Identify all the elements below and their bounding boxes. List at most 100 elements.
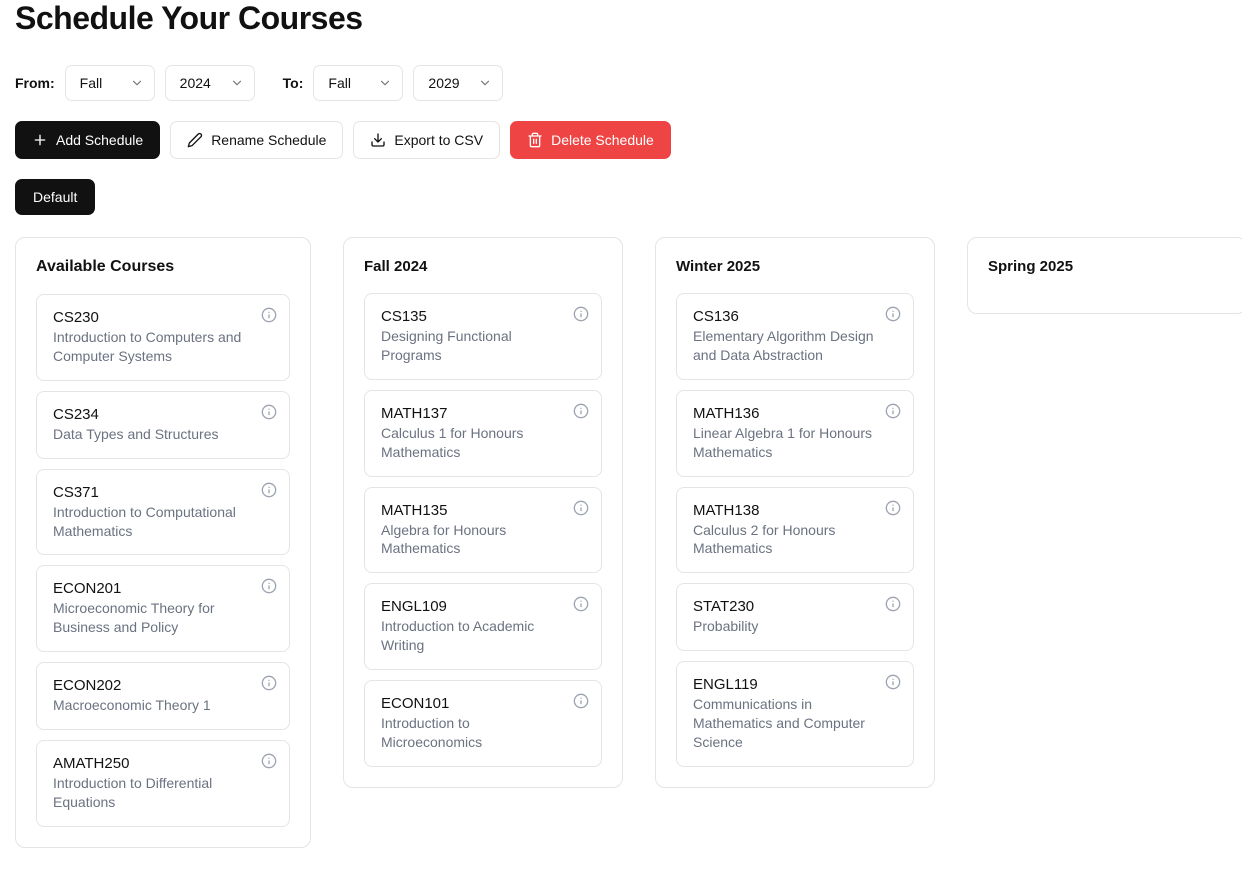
course-code: MATH136	[693, 405, 875, 422]
course-description: Introduction to Computers and Computer S…	[53, 328, 251, 366]
info-icon[interactable]	[261, 307, 277, 323]
course-code: MATH138	[693, 502, 875, 519]
course-description: Probability	[693, 617, 875, 636]
info-icon[interactable]	[261, 482, 277, 498]
info-icon[interactable]	[261, 404, 277, 420]
to-year-value: 2029	[428, 75, 459, 91]
course-card[interactable]: CS136 Elementary Algorithm Design and Dat…	[676, 293, 914, 380]
course-card[interactable]: MATH137Calculus 1 for Honours Mathematic…	[364, 390, 602, 477]
course-description: Introduction to Microeconomics	[381, 714, 563, 752]
info-icon[interactable]	[885, 306, 901, 322]
chevron-down-icon	[230, 76, 244, 90]
info-icon[interactable]	[885, 403, 901, 419]
term-title: Fall 2024	[364, 258, 602, 275]
course-code: ECON201	[53, 580, 251, 597]
download-icon	[370, 132, 386, 148]
info-icon[interactable]	[261, 578, 277, 594]
course-code: CS136	[693, 308, 875, 325]
tab-default[interactable]: Default	[15, 179, 95, 215]
plus-icon	[32, 132, 48, 148]
course-code: ECON202	[53, 677, 251, 694]
course-card[interactable]: STAT230 Probability	[676, 583, 914, 651]
add-schedule-button[interactable]: Add Schedule	[15, 121, 160, 159]
info-icon[interactable]	[573, 693, 589, 709]
course-card[interactable]: ECON101 Introduction to Microeconomics	[364, 680, 602, 767]
to-term-select[interactable]: Fall	[313, 65, 403, 101]
delete-schedule-button[interactable]: Delete Schedule	[510, 121, 671, 159]
course-card[interactable]: AMATH250 Introduction to Differential Equ…	[36, 740, 290, 827]
course-card[interactable]: ENGL109 Introduction to Academic Writing	[364, 583, 602, 670]
course-code: MATH135	[381, 502, 563, 519]
term-column: Fall 2024 CS135 Designing Functional Progr…	[343, 237, 623, 788]
from-term-value: Fall	[80, 75, 103, 91]
term-title: Winter 2025	[676, 258, 914, 275]
info-icon[interactable]	[573, 500, 589, 516]
info-icon[interactable]	[885, 674, 901, 690]
term-course-list: CS135 Designing Functional Programs MATH13…	[364, 293, 602, 767]
export-csv-button[interactable]: Export to CSV	[353, 121, 500, 159]
info-icon[interactable]	[261, 753, 277, 769]
course-description: Designing Functional Programs	[381, 327, 563, 365]
page-title: Schedule Your Courses	[15, 0, 1227, 37]
course-description: Introduction to Computational Mathematic…	[53, 503, 251, 541]
schedule-board: Available Courses CS230Introduction to C…	[15, 237, 1227, 848]
action-button-row: Add Schedule Rename Schedule Export to C…	[15, 121, 1227, 159]
course-code: ENGL109	[381, 598, 563, 615]
pencil-icon	[187, 132, 203, 148]
course-code: CS230	[53, 309, 251, 326]
chevron-down-icon	[130, 76, 144, 90]
course-card[interactable]: ECON201 Microeconomic Theory for Business…	[36, 565, 290, 652]
course-description: Linear Algebra 1 for Honours Mathematics	[693, 424, 875, 462]
info-icon[interactable]	[573, 306, 589, 322]
course-code: ENGL119	[693, 676, 875, 693]
course-card[interactable]: CS135 Designing Functional Programs	[364, 293, 602, 380]
course-code: AMATH250	[53, 755, 251, 772]
info-icon[interactable]	[573, 403, 589, 419]
course-code: STAT230	[693, 598, 875, 615]
info-icon[interactable]	[573, 596, 589, 612]
course-card[interactable]: ENGL119 Communications in Mathematics and…	[676, 661, 914, 767]
chevron-down-icon	[478, 76, 492, 90]
from-year-select[interactable]: 2024	[165, 65, 255, 101]
course-code: CS135	[381, 308, 563, 325]
available-courses-column: Available Courses CS230Introduction to C…	[15, 237, 311, 848]
course-description: Algebra for Honours Mathematics	[381, 521, 563, 559]
course-description: Data Types and Structures	[53, 425, 251, 444]
course-code: ECON101	[381, 695, 563, 712]
course-card[interactable]: MATH136 Linear Algebra 1 for Honours Math…	[676, 390, 914, 477]
button-label: Add Schedule	[56, 132, 143, 148]
button-label: Rename Schedule	[211, 132, 326, 148]
info-icon[interactable]	[261, 675, 277, 691]
course-card[interactable]: ECON202 Macroeconomic Theory 1	[36, 662, 290, 730]
trash-icon	[527, 132, 543, 148]
from-term-select[interactable]: Fall	[65, 65, 155, 101]
course-description: Macroeconomic Theory 1	[53, 696, 251, 715]
button-label: Export to CSV	[394, 132, 483, 148]
info-icon[interactable]	[885, 596, 901, 612]
course-card[interactable]: CS234Data Types and Structures	[36, 391, 290, 459]
course-description: Introduction to Differential Equations	[53, 774, 251, 812]
from-label: From:	[15, 75, 55, 91]
available-course-list: CS230 Introduction to Computers and Compu…	[36, 294, 290, 827]
to-label: To:	[283, 75, 304, 91]
term-course-list: CS136 Elementary Algorithm Design and Dat…	[676, 293, 914, 767]
course-description: Communications in Mathematics and Comput…	[693, 695, 875, 752]
course-card[interactable]: CS230 Introduction to Computers and Compu…	[36, 294, 290, 381]
button-label: Delete Schedule	[551, 132, 654, 148]
course-description: Introduction to Academic Writing	[381, 617, 563, 655]
course-card[interactable]: MATH135 Algebra for Honours Mathematics	[364, 487, 602, 574]
course-card[interactable]: CS371 Introduction to Computational Mathe…	[36, 469, 290, 556]
course-description: Elementary Algorithm Design and Data Abs…	[693, 327, 875, 365]
course-card[interactable]: MATH138Calculus 2 for Honours Mathematic…	[676, 487, 914, 574]
course-description: Microeconomic Theory for Business and Po…	[53, 599, 251, 637]
rename-schedule-button[interactable]: Rename Schedule	[170, 121, 343, 159]
to-term-value: Fall	[328, 75, 351, 91]
course-code: CS371	[53, 484, 251, 501]
date-range-row: From: Fall 2024 To: Fall 2029	[15, 65, 1227, 101]
info-icon[interactable]	[885, 500, 901, 516]
to-year-select[interactable]: 2029	[413, 65, 503, 101]
schedule-tabs: Default	[15, 179, 1227, 215]
course-code: MATH137	[381, 405, 563, 422]
from-year-value: 2024	[180, 75, 211, 91]
term-title: Spring 2025	[988, 258, 1226, 275]
